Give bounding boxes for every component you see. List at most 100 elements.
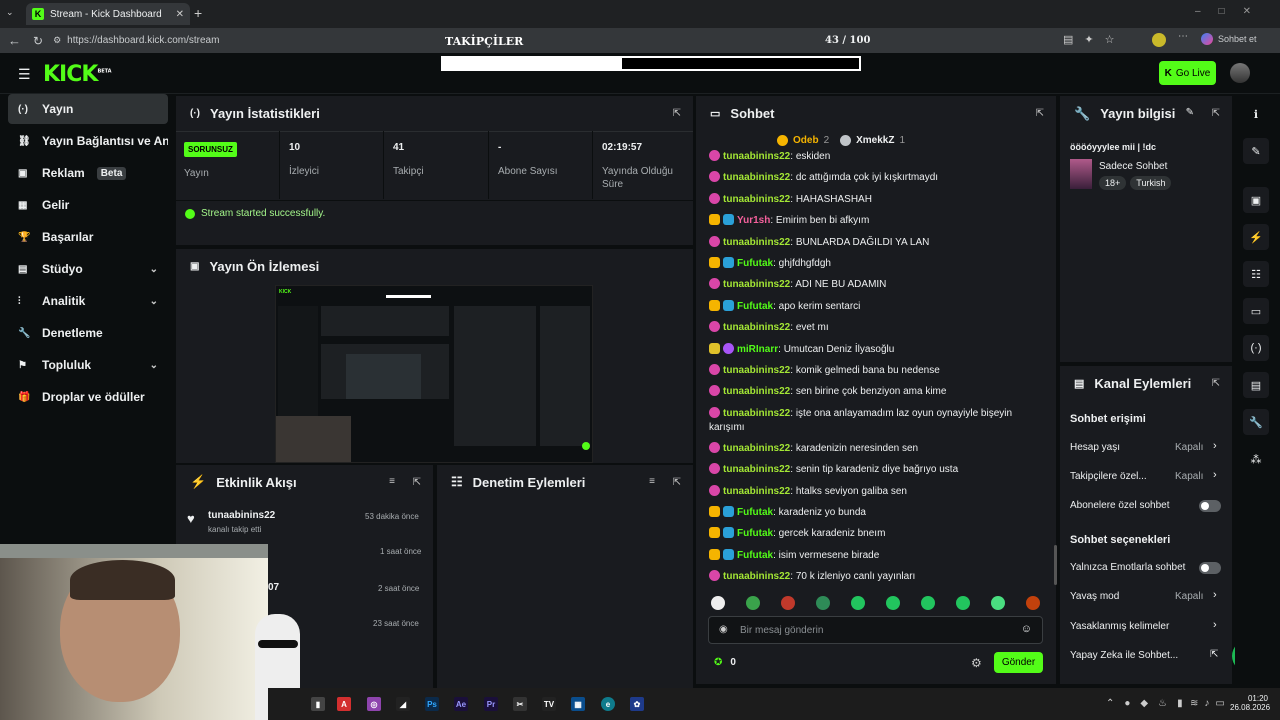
chat-username[interactable]: Fufutak: [737, 258, 773, 269]
taskbar-app-icon[interactable]: ✿: [630, 697, 644, 711]
sidebar-item[interactable]: ⚑ Topluluk ⌄: [8, 350, 168, 380]
chat-message[interactable]: tunaabinins22: 70 k izleniyo canlı yayın…: [709, 570, 1009, 584]
sidebar-item[interactable]: ⫶ Analitik ⌄: [8, 286, 168, 316]
chat-scrollbar[interactable]: [1054, 545, 1057, 585]
system-tray-icons[interactable]: ⌃●◆♨▮: [1106, 698, 1193, 709]
chat-message[interactable]: tunaabinins22: sen birine çok benziyon a…: [709, 385, 1009, 399]
acrobat-icon[interactable]: A: [337, 697, 351, 711]
browser-tab[interactable]: K Stream - Kick Dashboard ✕: [26, 3, 190, 25]
chat-username[interactable]: tunaabinins22: [723, 237, 790, 248]
url-field[interactable]: https://dashboard.kick.com/stream: [67, 35, 219, 46]
chat-message[interactable]: tunaabinins22: senin tip karadeniz diye …: [709, 463, 1009, 477]
chat-message[interactable]: Fufutak: ghjfdhgfdgh: [709, 257, 1009, 271]
chat-username[interactable]: Fufutak: [737, 550, 773, 561]
chat-username[interactable]: tunaabinins22: [723, 408, 790, 419]
hamburger-menu-icon[interactable]: ☰: [18, 66, 31, 83]
menu-dots-icon[interactable]: ⋯: [1178, 31, 1188, 42]
popout-icon[interactable]: ⇱: [1212, 108, 1220, 119]
emote-icon[interactable]: [886, 596, 900, 610]
chat-message[interactable]: tunaabinins22: BUNLARDA DAĞILDI YA LAN: [709, 235, 1009, 250]
clock[interactable]: 01:20 26.08.2026: [1230, 694, 1270, 712]
go-live-button[interactable]: K Go Live: [1159, 61, 1216, 85]
chat-username[interactable]: tunaabinins22: [723, 486, 790, 497]
chat-username[interactable]: tunaabinins22: [723, 443, 790, 454]
wrench-panel-icon[interactable]: 🔧: [1243, 409, 1269, 435]
apps-icon[interactable]: ⁂: [1243, 446, 1269, 472]
activity-user[interactable]: tunaabinins22: [208, 510, 275, 521]
after-effects-icon[interactable]: Ae: [454, 697, 468, 711]
sidebar-item[interactable]: ▤ Stüdyo ⌄: [8, 254, 168, 284]
pencil-icon[interactable]: ✎: [1243, 138, 1269, 164]
emote-icon[interactable]: [781, 596, 795, 610]
sidebar-item[interactable]: 🔧 Denetleme: [8, 318, 168, 348]
sidebar-item[interactable]: ⛓ Yayın Bağlantısı ve Anahtarı: [8, 126, 168, 156]
category-name[interactable]: Sadece Sohbet: [1099, 161, 1167, 172]
sidebar-item[interactable]: 🎁 Droplar ve ödüller: [8, 382, 168, 412]
list-panel-icon[interactable]: ☷: [1243, 261, 1269, 287]
chat-message[interactable]: tunaabinins22: eskiden: [709, 150, 1009, 164]
emote-only-toggle[interactable]: [1199, 562, 1221, 574]
taskbar-app-icon[interactable]: ◢: [396, 697, 410, 711]
chat-username[interactable]: tunaabinins22: [723, 571, 790, 582]
chat-message[interactable]: tunaabinins22: evet mı: [709, 321, 1009, 335]
emote-icon[interactable]: [711, 596, 725, 610]
emote-icon[interactable]: [816, 596, 830, 610]
stream-preview-video[interactable]: KICK: [275, 285, 593, 463]
chat-message[interactable]: Fufutak: apo kerim sentarci: [709, 299, 1009, 314]
premiere-icon[interactable]: Pr: [484, 697, 498, 711]
chevron-right-icon[interactable]: ›: [1213, 440, 1217, 452]
sidebar-item[interactable]: (·) Yayın: [8, 94, 168, 124]
chat-username[interactable]: tunaabinins22: [723, 279, 790, 290]
site-info-icon[interactable]: ⚙: [53, 35, 61, 46]
chat-panel-icon[interactable]: ▭: [1243, 298, 1269, 324]
tag[interactable]: Turkish: [1130, 176, 1172, 190]
chat-username[interactable]: Fufutak: [737, 528, 773, 539]
external-link-icon[interactable]: ⇱: [1210, 649, 1218, 660]
chat-username[interactable]: tunaabinins22: [723, 386, 790, 397]
emote-icon[interactable]: [1026, 596, 1040, 610]
subscribers-only-toggle[interactable]: [1199, 500, 1221, 512]
copilot-label[interactable]: Sohbet et: [1218, 34, 1257, 44]
chat-settings-icon[interactable]: ⚙: [971, 656, 982, 670]
account-age-label[interactable]: Hesap yaşı: [1070, 442, 1120, 453]
chevron-down-icon[interactable]: ⌄: [150, 360, 158, 371]
chat-username[interactable]: Fufutak: [737, 507, 773, 518]
chat-username[interactable]: Fufutak: [737, 301, 773, 312]
chat-username[interactable]: miRInarr: [737, 344, 778, 355]
emote-icon[interactable]: [956, 596, 970, 610]
chat-message[interactable]: tunaabinins22: HAHASHASHAH: [709, 192, 1009, 207]
chevron-right-icon[interactable]: ›: [1213, 469, 1217, 481]
chat-input[interactable]: ◉ Bir mesaj gönderin ☺: [708, 616, 1043, 644]
chat-message[interactable]: tunaabinins22: htalks seviyon galiba sen: [709, 484, 1009, 499]
chat-username[interactable]: tunaabinins22: [723, 172, 790, 183]
sidebar-item[interactable]: 🏆 Başarılar: [8, 222, 168, 252]
sidebar-item[interactable]: ▦ Gelir: [8, 190, 168, 220]
emote-icon[interactable]: [746, 596, 760, 610]
emote-icon[interactable]: [921, 596, 935, 610]
explorer-icon[interactable]: ▦: [571, 697, 585, 711]
tradingview-icon[interactable]: TV: [542, 697, 556, 711]
profile-avatar[interactable]: [1152, 33, 1166, 47]
emote-icon[interactable]: [991, 596, 1005, 610]
edge-icon[interactable]: e: [601, 697, 615, 711]
popout-icon[interactable]: ⇱: [1036, 108, 1044, 119]
capcut-icon[interactable]: ✂: [513, 697, 527, 711]
sidebar-item[interactable]: ▣ Reklam Beta: [8, 158, 168, 188]
chat-message[interactable]: tunaabinins22: ADI NE BU ADAMIN: [709, 278, 1009, 292]
preview-panel-icon[interactable]: ▣: [1243, 187, 1269, 213]
close-tab-icon[interactable]: ✕: [176, 9, 184, 20]
chat-username[interactable]: tunaabinins22: [723, 322, 790, 333]
popout-icon[interactable]: ⇱: [673, 477, 681, 488]
chat-username[interactable]: tunaabinins22: [723, 464, 790, 475]
lightning-panel-icon[interactable]: ⚡: [1243, 224, 1269, 250]
taskbar-app-icon[interactable]: ◎: [367, 697, 381, 711]
server-panel-icon[interactable]: ▤: [1243, 372, 1269, 398]
kick-logo[interactable]: KICKBETA: [43, 62, 112, 87]
toolbar-icons[interactable]: ▤✦☆: [1063, 33, 1125, 46]
filter-icon[interactable]: ≡: [649, 476, 655, 487]
chat-message[interactable]: tunaabinins22: işte ona anlayamadım laz …: [709, 406, 1019, 435]
popout-icon[interactable]: ⇱: [1212, 378, 1220, 389]
chevron-down-icon[interactable]: ⌄: [150, 264, 158, 275]
chat-message[interactable]: tunaabinins22: komik gelmedi bana bu ned…: [709, 364, 1009, 378]
activity-user[interactable]: 07: [268, 582, 279, 593]
